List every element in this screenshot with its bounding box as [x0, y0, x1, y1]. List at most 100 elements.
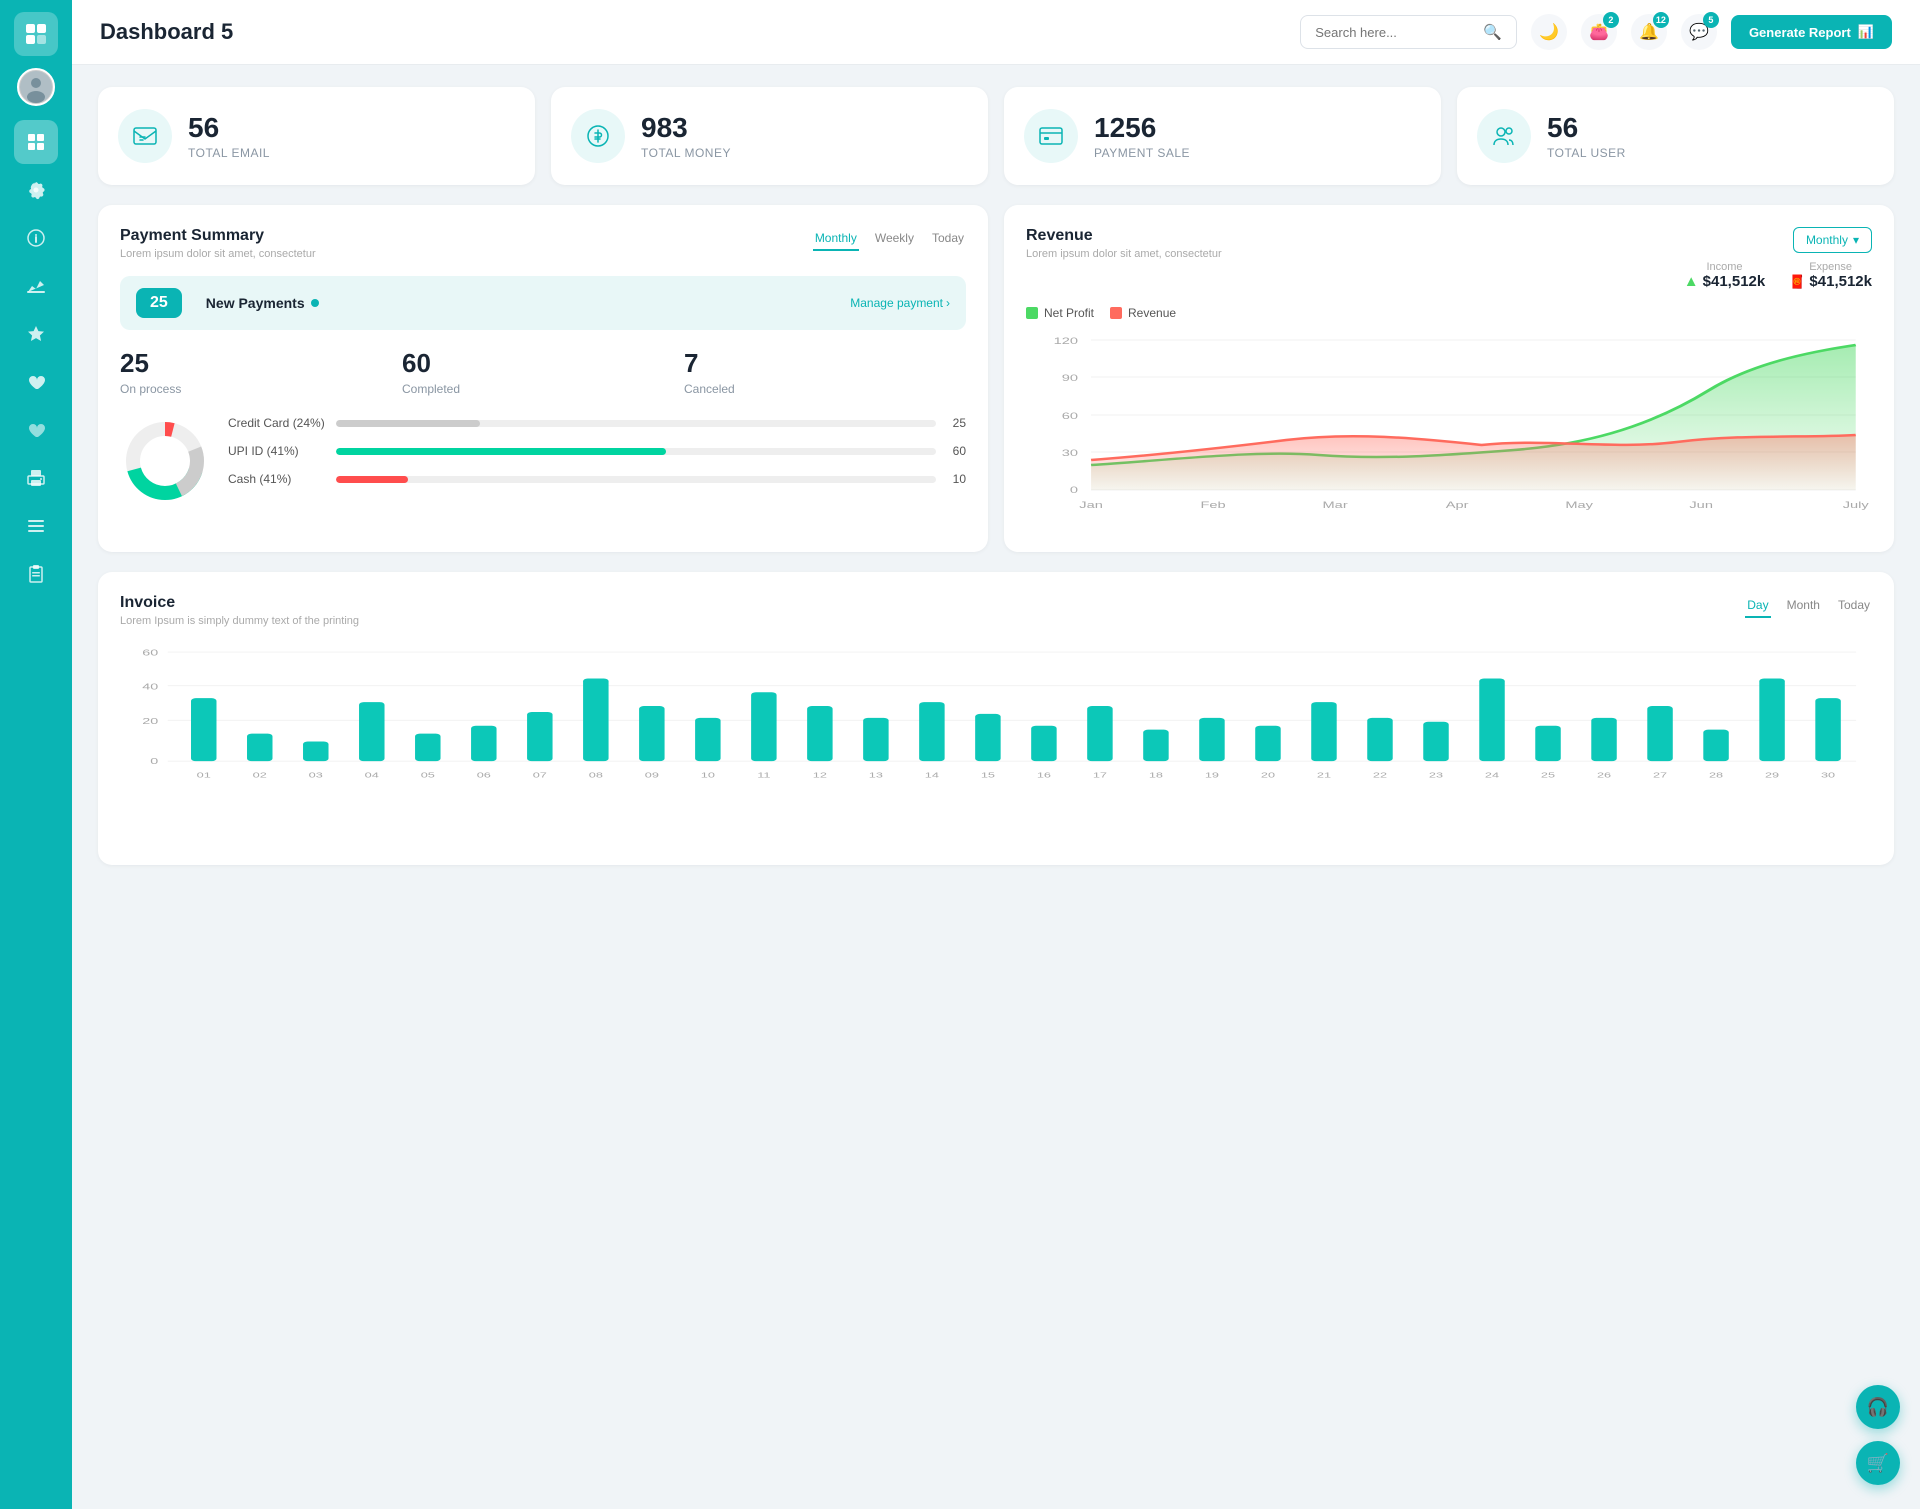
bar-item[interactable] [1423, 722, 1448, 761]
bar-x-label: 17 [1093, 772, 1107, 780]
stats-trio: 25 On process 60 Completed 7 Canceled [120, 348, 966, 396]
bar-item[interactable] [1311, 702, 1336, 761]
bar-item[interactable] [863, 718, 888, 761]
bar-x-label: 22 [1373, 772, 1387, 780]
pm-list: Credit Card (24%) 25 UPI ID (41%) 60 [228, 416, 966, 500]
bar-item[interactable] [359, 702, 384, 761]
pm-cc-count: 25 [944, 416, 966, 430]
bar-item[interactable] [1535, 726, 1560, 761]
payment-summary-title: Payment Summary [120, 227, 316, 245]
chat-btn[interactable]: 💬 5 [1681, 14, 1717, 50]
tab-weekly[interactable]: Weekly [873, 227, 916, 251]
generate-report-button[interactable]: Generate Report 📊 [1731, 15, 1892, 49]
support-button[interactable]: 🎧 [1856, 1385, 1900, 1429]
bar-item[interactable] [191, 698, 216, 761]
sidebar-item-settings[interactable] [14, 168, 58, 212]
sidebar-item-info[interactable] [14, 216, 58, 260]
bar-item[interactable] [247, 734, 272, 762]
sidebar-item-list[interactable] [14, 504, 58, 548]
sidebar-item-heart2[interactable] [14, 408, 58, 452]
tab-today[interactable]: Today [1836, 594, 1872, 618]
bar-item[interactable] [751, 692, 776, 761]
tab-month[interactable]: Month [1785, 594, 1822, 618]
bar-item[interactable] [1367, 718, 1392, 761]
wallet-btn[interactable]: 👛 2 [1581, 14, 1617, 50]
sidebar-item-print[interactable] [14, 456, 58, 500]
revenue-dropdown[interactable]: Monthly ▾ [1793, 227, 1872, 253]
payment-methods: Credit Card (24%) 25 UPI ID (41%) 60 [120, 416, 966, 511]
middle-row: Payment Summary Lorem ipsum dolor sit am… [98, 205, 1894, 552]
sidebar-item-dashboard[interactable] [14, 120, 58, 164]
bar-item[interactable] [1703, 730, 1728, 762]
search-icon[interactable]: 🔍 [1483, 23, 1502, 41]
bar-x-label: 08 [589, 772, 603, 780]
bell-btn[interactable]: 🔔 12 [1631, 14, 1667, 50]
bar-item[interactable] [919, 702, 944, 761]
sidebar-item-heart[interactable] [14, 360, 58, 404]
bar-item[interactable] [583, 678, 608, 761]
theme-toggle-btn[interactable]: 🌙 [1531, 14, 1567, 50]
bar-item[interactable] [1087, 706, 1112, 761]
stat-card-user: 56 TOTAL USER [1457, 87, 1894, 185]
manage-payment-link[interactable]: Manage payment › [850, 296, 950, 310]
sidebar-item-analytics[interactable] [14, 264, 58, 308]
invoice-panel: Invoice Lorem Ipsum is simply dummy text… [98, 572, 1894, 865]
expense-item: Expense 🧧 $41,512k [1789, 261, 1872, 290]
revenue-panel: Revenue Lorem ipsum dolor sit amet, cons… [1004, 205, 1894, 552]
svg-text:60: 60 [1062, 411, 1079, 421]
tab-day[interactable]: Day [1745, 594, 1770, 618]
svg-text:60: 60 [142, 649, 159, 658]
bar-item[interactable] [1647, 706, 1672, 761]
sidebar-logo[interactable] [14, 12, 58, 56]
stat-card-payment: 1256 PAYMENT SALE [1004, 87, 1441, 185]
bar-item[interactable] [1031, 726, 1056, 761]
bar-item[interactable] [1255, 726, 1280, 761]
money-number: 983 [641, 112, 731, 144]
user-avatar[interactable] [17, 68, 55, 106]
sidebar-item-star[interactable] [14, 312, 58, 356]
income-item: Income ▲ $41,512k [1684, 261, 1765, 290]
bar-item[interactable] [975, 714, 1000, 761]
chevron-down-icon: ▾ [1853, 233, 1859, 247]
bar-x-label: 21 [1317, 772, 1331, 780]
bar-item[interactable] [1591, 718, 1616, 761]
bar-item[interactable] [415, 734, 440, 762]
bar-item[interactable] [1479, 678, 1504, 761]
chart-legend: Net Profit Revenue [1026, 306, 1872, 320]
bar-item[interactable] [1143, 730, 1168, 762]
svg-text:Apr: Apr [1446, 500, 1469, 510]
svg-text:30: 30 [1062, 448, 1079, 458]
wallet-badge: 2 [1603, 12, 1619, 28]
bar-item[interactable] [1199, 718, 1224, 761]
pm-upi: UPI ID (41%) 60 [228, 444, 966, 458]
chart-icon: 📊 [1858, 24, 1874, 40]
payment-summary-header: Payment Summary Lorem ipsum dolor sit am… [120, 227, 966, 260]
bar-item[interactable] [1815, 698, 1840, 761]
bar-item[interactable] [471, 726, 496, 761]
chevron-right-icon: › [946, 296, 950, 310]
bar-item[interactable] [527, 712, 552, 761]
payment-summary-subtitle: Lorem ipsum dolor sit amet, consectetur [120, 248, 316, 260]
invoice-tabs: Day Month Today [1745, 594, 1872, 618]
cart-icon: 🛒 [1867, 1453, 1889, 1474]
cart-button[interactable]: 🛒 [1856, 1441, 1900, 1485]
tab-today[interactable]: Today [930, 227, 966, 251]
bar-item[interactable] [1759, 678, 1784, 761]
search-input[interactable] [1315, 25, 1475, 40]
svg-text:120: 120 [1054, 336, 1079, 346]
bar-x-label: 30 [1821, 772, 1835, 780]
legend-net-profit: Net Profit [1026, 306, 1094, 320]
net-profit-label: Net Profit [1044, 306, 1094, 320]
bar-item[interactable] [695, 718, 720, 761]
bar-item[interactable] [303, 741, 328, 761]
header-right: 🔍 🌙 👛 2 🔔 12 💬 5 Generate Report 📊 [1300, 14, 1892, 50]
tab-monthly[interactable]: Monthly [813, 227, 859, 251]
invoice-subtitle: Lorem Ipsum is simply dummy text of the … [120, 615, 359, 627]
search-box[interactable]: 🔍 [1300, 15, 1517, 49]
bar-x-label: 02 [253, 772, 267, 780]
bar-item[interactable] [807, 706, 832, 761]
bar-item[interactable] [639, 706, 664, 761]
invoice-title: Invoice [120, 594, 359, 612]
sidebar-item-clipboard[interactable] [14, 552, 58, 596]
new-payments-row: 25 New Payments Manage payment › [120, 276, 966, 330]
